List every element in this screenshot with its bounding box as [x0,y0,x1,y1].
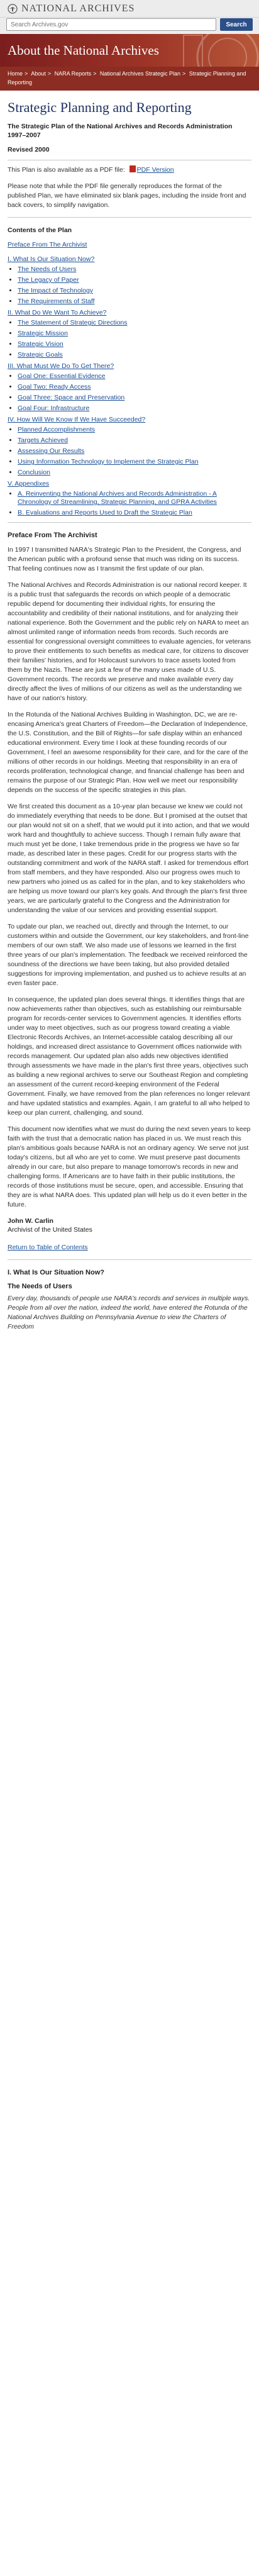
toc-item-link[interactable]: B. Evaluations and Reports Used to Draft… [18,509,192,516]
toc-item-list: Planned Accomplishments Targets Achieved A… [8,426,251,477]
eagle-seal-icon [8,3,18,14]
toc-item: Goal One: Essential Evidence [18,372,251,381]
toc-item-link[interactable]: Goal One: Essential Evidence [18,372,106,380]
toc-item-link[interactable]: Goal Two: Ready Access [18,383,91,391]
preface-paragraph: To update our plan, we reached out, dire… [8,923,249,987]
site-header: NATIONAL ARCHIVES [0,0,259,18]
toc-item-link[interactable]: The Requirements of Staff [18,298,94,305]
toc-item-link[interactable]: Goal Three: Space and Preservation [18,394,124,401]
toc-item: Goal Two: Ready Access [18,383,251,391]
breadcrumb-separator: > [47,70,52,77]
toc-item-link[interactable]: A. Reinventing the National Archives and… [18,490,217,506]
toc-item: The Statement of Strategic Directions [18,319,251,327]
page-title: Strategic Planning and Reporting [8,99,192,115]
search-bar: Search [0,18,259,34]
toc-item-link[interactable]: The Statement of Strategic Directions [18,319,128,326]
toc-item-link[interactable]: The Needs of Users [18,265,76,273]
toc-item-link[interactable]: Targets Achieved [18,437,68,444]
preface-paragraph: We first created this document as a 10-y… [8,803,250,914]
toc-item: Assessing Our Results [18,447,251,455]
plan-lead-title: The Strategic Plan of the National Archi… [8,123,233,139]
toc-preface-link[interactable]: Preface From The Archivist [8,240,251,250]
toc-item-list: A. Reinventing the National Archives and… [8,490,251,517]
toc-item: Using Information Technology to Implemen… [18,458,251,466]
banner-title: About the National Archives [8,43,159,58]
divider [8,1259,251,1260]
signature-name: John W. Carlin [8,1217,53,1225]
table-of-contents: Preface From The Archivist I. What Is Ou… [8,240,251,517]
breadcrumb-nara-reports[interactable]: NARA Reports [55,70,92,77]
pdf-note-prefix: This Plan is also available as a PDF fil… [8,166,125,174]
breadcrumb-strategic-plan[interactable]: National Archives Strategic Plan [100,70,180,77]
needs-of-users-heading: The Needs of Users [8,1283,72,1290]
breadcrumb-about[interactable]: About [31,70,46,77]
revised-date: Revised 2000 [8,146,50,153]
toc-item: Goal Three: Space and Preservation [18,394,251,402]
toc-item: Goal Four: Infrastructure [18,404,251,413]
toc-item-link[interactable]: Strategic Vision [18,340,63,348]
preface-paragraph: In 1997 I transmitted NARA's Strategic P… [8,546,241,572]
divider [8,522,251,523]
toc-item-link[interactable]: The Impact of Technology [18,287,93,294]
site-logo[interactable]: NATIONAL ARCHIVES [8,3,135,14]
toc-item-link[interactable]: Planned Accomplishments [18,426,95,433]
toc-item: A. Reinventing the National Archives and… [18,490,251,506]
toc-item-link[interactable]: Goal Four: Infrastructure [18,404,89,412]
toc-item: Strategic Mission [18,330,251,338]
signature: John W. Carlin Archivist of the United S… [8,1217,251,1234]
preface-body: In 1997 I transmitted NARA's Strategic P… [8,545,251,1210]
toc-part-link[interactable]: III. What Must We Do To Get There? [8,362,251,371]
breadcrumb-separator: > [93,70,97,77]
toc-part-link[interactable]: I. What Is Our Situation Now? [8,255,251,264]
toc-item: The Impact of Technology [18,287,251,295]
toc-title: Contents of the Plan [8,226,72,234]
return-to-toc-link[interactable]: Return to Table of Contents [8,1244,88,1251]
toc-item: The Legacy of Paper [18,276,251,284]
toc-item: Targets Achieved [18,437,251,445]
banner-decoration [183,34,259,67]
toc-item: Strategic Vision [18,340,251,348]
breadcrumb-home[interactable]: Home [8,70,23,77]
preface-heading: Preface From The Archivist [8,532,97,539]
search-button[interactable]: Search [220,18,253,31]
toc-item: The Requirements of Staff [18,298,251,306]
toc-part-link[interactable]: II. What Do We Want To Achieve? [8,308,251,318]
toc-item: Strategic Goals [18,351,251,359]
signature-title: Archivist of the United States [8,1226,92,1234]
toc-item: B. Evaluations and Reports Used to Draft… [18,509,251,517]
pdf-version-link[interactable]: PDF Version [137,166,174,174]
toc-item: Planned Accomplishments [18,426,251,434]
pdf-note: This Plan is also available as a PDF fil… [8,165,251,175]
toc-part-link[interactable]: IV. How Will We Know If We Have Succeede… [8,415,251,425]
divider [8,217,251,218]
pdf-icon [129,165,136,172]
toc-item: The Needs of Users [18,265,251,274]
toc-part-link[interactable]: V. Appendixes [8,479,251,489]
breadcrumb-separator: > [182,70,186,77]
logo-text: NATIONAL ARCHIVES [21,3,135,14]
toc-item-link[interactable]: The Legacy of Paper [18,276,79,284]
toc-item-link[interactable]: Strategic Goals [18,351,63,359]
section-one-heading: I. What Is Our Situation Now? [8,1269,104,1276]
toc-item-list: The Statement of Strategic Directions Str… [8,319,251,359]
toc-item-link[interactable]: Using Information Technology to Implemen… [18,458,199,466]
breadcrumb: Home > About > NARA Reports > National Arch… [0,67,259,91]
preface-paragraph: In the Rotunda of the National Archives … [8,711,248,794]
main-content: Strategic Planning and Reporting The Str… [0,91,259,1351]
pdf-note-body: Please note that while the PDF file gene… [8,182,246,209]
preface-paragraph: In consequence, the updated plan does se… [8,996,250,1117]
section-one-intro: Every day, thousands of people use NARA'… [8,1295,250,1330]
toc-item-list: Goal One: Essential Evidence Goal Two: Re… [8,372,251,413]
section-banner: About the National Archives [0,34,259,67]
toc-item-list: The Needs of Users The Legacy of Paper The… [8,265,251,306]
toc-item-link[interactable]: Strategic Mission [18,330,68,337]
preface-paragraph: The National Archives and Records Admini… [8,581,251,702]
preface-paragraph: This document now identifies what we mus… [8,1125,251,1208]
search-input[interactable] [6,18,216,31]
toc-item-link[interactable]: Assessing Our Results [18,447,84,455]
toc-item-link[interactable]: Conclusion [18,469,50,476]
breadcrumb-separator: > [25,70,28,77]
toc-item: Conclusion [18,469,251,477]
